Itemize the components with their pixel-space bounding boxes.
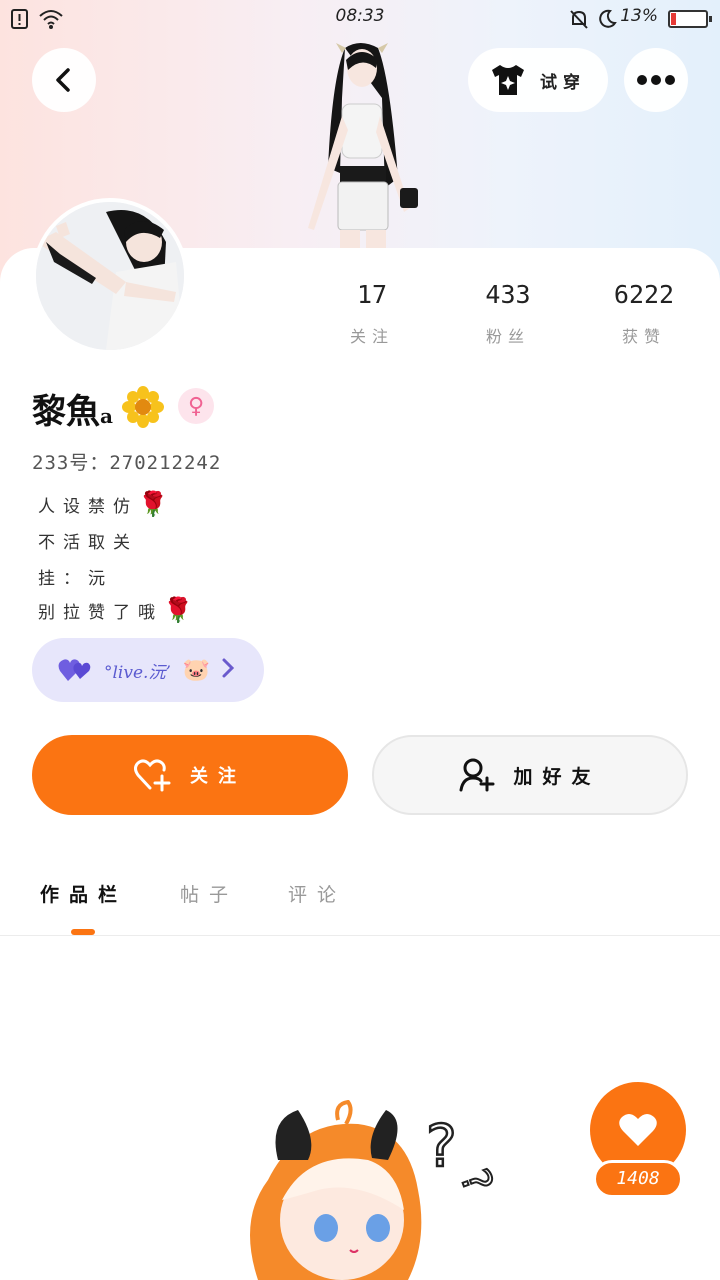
- battery-percent: 13%: [620, 6, 658, 26]
- tab-posts[interactable]: 帖子: [180, 880, 238, 907]
- stat-following[interactable]: 17 关注: [302, 280, 442, 347]
- bio-line-3-text: 挂：沅: [38, 569, 113, 589]
- rose-icon: 🌹: [138, 490, 168, 518]
- bio-line-3: 挂：沅: [38, 564, 113, 589]
- club-badge-button[interactable]: °live.沅’ 🐷: [32, 638, 264, 702]
- bio-line-2: 不活取关: [38, 528, 138, 553]
- like-count: 1408: [593, 1160, 683, 1198]
- add-user-icon: [459, 758, 495, 792]
- stat-likes-value: 6222: [613, 280, 675, 309]
- battery-level: [671, 13, 676, 25]
- svg-text:?: ?: [426, 1112, 457, 1180]
- username-suffix: a: [100, 404, 113, 428]
- bio-line-4: 别拉赞了哦🌹: [38, 596, 193, 624]
- chevron-right-icon: [222, 658, 235, 678]
- back-button[interactable]: [32, 48, 96, 112]
- bio-line-1: 人设禁仿🌹: [38, 490, 168, 518]
- battery-icon: [668, 10, 712, 28]
- stat-likes-received[interactable]: 6222 获赞: [574, 280, 714, 347]
- status-bar: 08:33 13%: [0, 0, 720, 38]
- stat-fans[interactable]: 433 粉丝: [438, 280, 578, 347]
- moon-icon: [599, 9, 617, 28]
- username: 黎魚a: [32, 384, 113, 433]
- tab-works[interactable]: 作品栏: [40, 880, 127, 907]
- stat-following-value: 17: [356, 280, 388, 309]
- double-heart-icon: [58, 659, 91, 681]
- more-button[interactable]: [624, 48, 688, 112]
- tshirt-sparkle-icon: [492, 65, 524, 95]
- try-on-button[interactable]: 试穿: [468, 48, 608, 112]
- bio-line-1-text: 人设禁仿: [38, 497, 138, 517]
- try-on-label: 试穿: [540, 72, 586, 93]
- user-id[interactable]: 233号：270212242: [32, 448, 221, 475]
- female-symbol-icon: ♀: [187, 393, 205, 419]
- bio-line-4-text: 别拉赞了哦: [38, 603, 163, 623]
- username-text: 黎魚: [32, 392, 100, 432]
- avatar-illustration: [36, 202, 184, 350]
- tabs-divider: [0, 935, 720, 936]
- gender-female-badge: ♀: [178, 388, 214, 424]
- pig-icon: 🐷: [182, 657, 211, 683]
- chevron-left-icon: [56, 68, 70, 92]
- club-label: °live.沅’: [104, 662, 171, 683]
- add-friend-label: 加好友: [513, 765, 601, 788]
- mute-bell-icon: [570, 10, 588, 29]
- heart-icon: [619, 1113, 657, 1146]
- stat-following-label: 关注: [349, 327, 394, 346]
- avatar[interactable]: [32, 198, 188, 354]
- add-friend-button[interactable]: 加好友: [372, 735, 688, 815]
- tab-comments[interactable]: 评论: [288, 880, 346, 907]
- sunflower-icon: [122, 386, 164, 428]
- stat-fans-value: 433: [485, 280, 531, 309]
- stat-fans-label: 粉丝: [485, 327, 530, 346]
- ellipsis-icon: [637, 75, 675, 85]
- dressed-avatar-figure: [308, 43, 418, 250]
- heart-plus-icon: [134, 759, 171, 792]
- rose-icon: 🌹: [163, 596, 193, 624]
- follow-label: 关注: [190, 766, 246, 787]
- stat-likes-label: 获赞: [621, 327, 666, 346]
- bio-line-2-text: 不活取关: [38, 533, 138, 553]
- empty-state-mascot: ? ?: [250, 1100, 502, 1280]
- svg-text:?: ?: [451, 1163, 501, 1199]
- follow-button[interactable]: 关注: [32, 735, 348, 815]
